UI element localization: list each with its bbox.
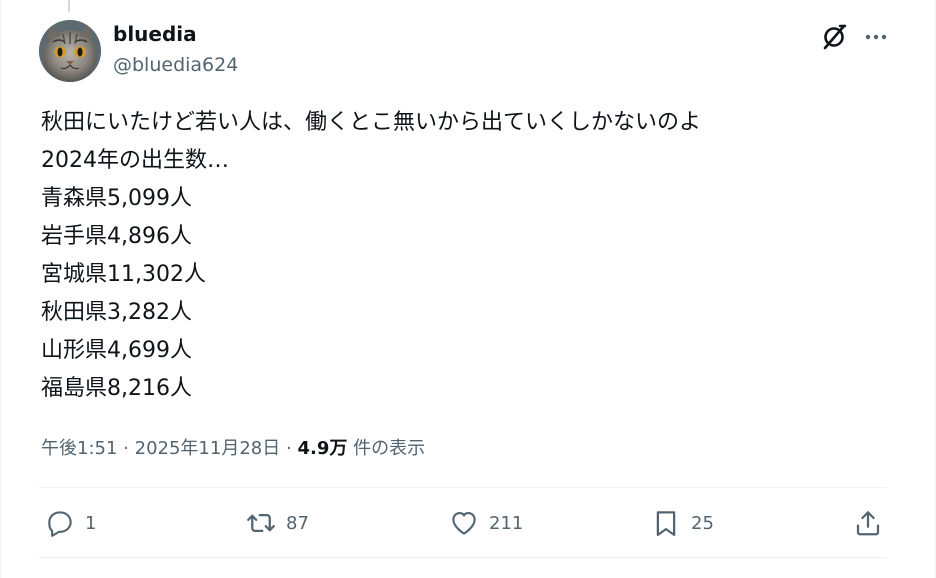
views-label: 件の表示: [353, 438, 426, 459]
tweet-line: 2024年の出生数…: [41, 148, 229, 173]
tweet-meta: 午後1:51 · 2025年11月28日 · 4.9万 件の表示: [41, 434, 425, 460]
bookmark-count: 25: [691, 512, 714, 534]
more-icon[interactable]: [859, 22, 893, 52]
heart-icon: [452, 511, 476, 535]
tweet-card: bluedia @bluedia624 秋田にいたけど若い人は、働くとこ無いから…: [0, 0, 936, 578]
reply-button[interactable]: 1: [45, 505, 96, 541]
post-date[interactable]: 2025年11月28日: [135, 438, 281, 459]
retweet-count: 87: [286, 512, 309, 534]
display-name[interactable]: bluedia: [113, 22, 197, 46]
divider: [39, 487, 887, 488]
bookmark-button[interactable]: 25: [651, 505, 714, 541]
bookmark-icon: [656, 511, 676, 536]
retweet-button[interactable]: 87: [246, 505, 309, 541]
tweet-text: 秋田にいたけど若い人は、働くとこ無いから出ていくしかないのよ 2024年の出生数…: [41, 104, 901, 408]
retweet-icon: [247, 514, 275, 532]
meta-separator: ·: [285, 438, 292, 459]
reply-count: 1: [85, 512, 97, 534]
meta-separator: ·: [123, 438, 129, 459]
avatar[interactable]: [39, 20, 101, 82]
share-button[interactable]: [853, 505, 883, 541]
grok-icon[interactable]: [819, 22, 849, 52]
tweet-line: 秋田にいたけど若い人は、働くとこ無いから出ていくしかないのよ: [41, 110, 702, 135]
user-handle[interactable]: @bluedia624: [113, 54, 238, 76]
divider: [39, 557, 887, 558]
share-icon: [856, 511, 880, 536]
tweet-line: 岩手県4,896人: [41, 224, 192, 249]
tweet-line: 福島県8,216人: [41, 376, 192, 401]
tweet-line: 宮城県11,302人: [41, 262, 206, 287]
like-button[interactable]: 211: [449, 505, 523, 541]
thread-line: [68, 0, 70, 12]
reply-icon: [48, 511, 72, 537]
cat-avatar-icon: [39, 20, 101, 82]
post-time[interactable]: 午後1:51: [41, 438, 117, 459]
like-count: 211: [489, 512, 524, 534]
tweet-line: 青森県5,099人: [41, 186, 192, 211]
views-count[interactable]: 4.9万: [297, 438, 347, 459]
tweet-line: 秋田県3,282人: [41, 300, 192, 325]
tweet-line: 山形県4,699人: [41, 338, 192, 363]
